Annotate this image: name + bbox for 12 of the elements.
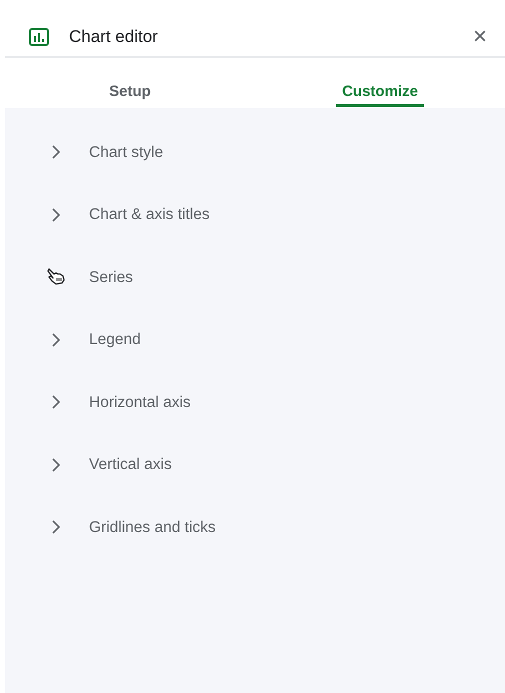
- section-item[interactable]: Series: [5, 246, 305, 308]
- section-item[interactable]: Gridlines and ticks: [5, 496, 305, 558]
- close-button[interactable]: ×: [468, 25, 491, 49]
- section-item[interactable]: Chart style: [5, 121, 305, 184]
- chart-icon: [29, 28, 49, 46]
- tab[interactable]: Customize: [255, 58, 505, 108]
- section-item[interactable]: Legend: [5, 308, 305, 371]
- tab[interactable]: Setup: [5, 58, 255, 108]
- panel-title: Chart editor: [69, 26, 158, 48]
- section-item[interactable]: Horizontal axis: [5, 371, 305, 434]
- section-item[interactable]: Vertical axis: [5, 434, 305, 496]
- section-item[interactable]: Chart & axis titles: [5, 184, 305, 246]
